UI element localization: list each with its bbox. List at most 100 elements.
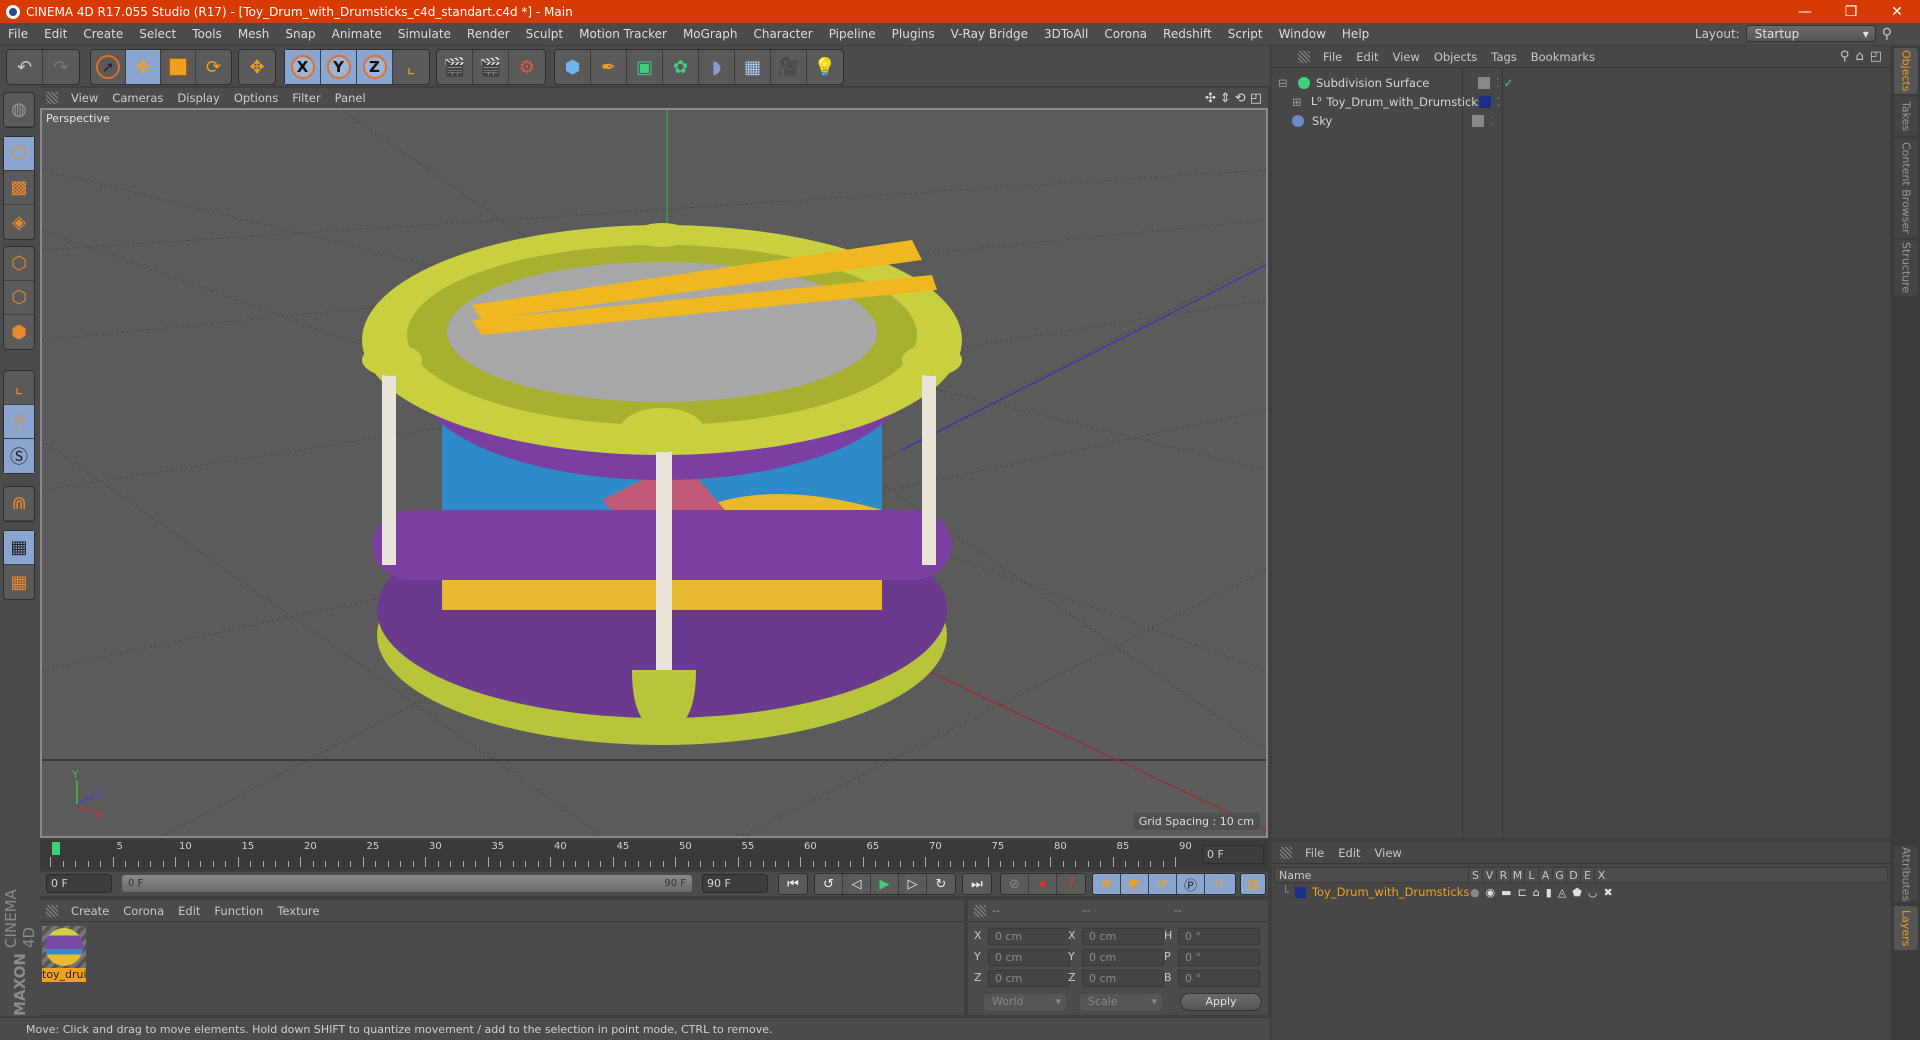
cloner-button[interactable]: ✿ <box>663 50 699 84</box>
layer-swatch[interactable] <box>1478 95 1491 108</box>
deformer-button[interactable]: ◗ <box>699 50 735 84</box>
pan-view-icon[interactable]: ✣ <box>1205 91 1216 106</box>
coord-value-field[interactable]: 0 ° <box>1178 970 1260 987</box>
layer-name[interactable]: Toy_Drum_with_Drumsticks <box>1312 885 1470 899</box>
tab-content-browser[interactable]: Content Browser <box>1894 138 1918 238</box>
enabled-check-icon[interactable]: ✓ <box>1504 76 1514 90</box>
subdivision-button[interactable]: ▣ <box>627 50 663 84</box>
key-param-button[interactable]: Ⓟ <box>1177 874 1205 894</box>
menu-v-ray-bridge[interactable]: V-Ray Bridge <box>943 27 1036 41</box>
menu-corona[interactable]: Corona <box>1096 27 1155 41</box>
menu-plugins[interactable]: Plugins <box>884 27 943 41</box>
menu-select[interactable]: Select <box>131 27 184 41</box>
zoom-view-icon[interactable]: ⇕ <box>1220 91 1231 106</box>
coord-value-field[interactable]: 0 cm <box>988 928 1070 945</box>
light-button[interactable]: 💡 <box>807 50 843 84</box>
material-menu-texture[interactable]: Texture <box>270 904 326 918</box>
search-icon[interactable]: ⚲ <box>1840 49 1850 64</box>
goto-start-button[interactable]: ⏮ <box>779 874 807 894</box>
menu-simulate[interactable]: Simulate <box>390 27 459 41</box>
edges-mode-button[interactable]: ⬡ <box>4 281 34 315</box>
key-scale-button[interactable]: ◩ <box>1121 874 1149 894</box>
menu-motion-tracker[interactable]: Motion Tracker <box>571 27 675 41</box>
cube-button[interactable]: ⬢ <box>555 50 591 84</box>
axis-mode-button[interactable]: ⌞ <box>4 371 34 405</box>
lm-menu-view[interactable]: View <box>1368 846 1409 860</box>
layer-column-g[interactable]: G <box>1552 868 1566 882</box>
viewport-menu-view[interactable]: View <box>64 91 105 105</box>
frame-range-slider[interactable]: 0 F 90 F <box>122 875 692 892</box>
rotate-view-icon[interactable]: ⟲ <box>1235 91 1246 106</box>
magnet-button[interactable]: ⋒ <box>4 487 34 521</box>
om-menu-objects[interactable]: Objects <box>1427 50 1484 64</box>
texture-mode-button[interactable]: ▩ <box>4 171 34 205</box>
points-mode-button[interactable]: ⬡ <box>4 247 34 281</box>
menu-window[interactable]: Window <box>1271 27 1334 41</box>
timeline-window-button[interactable]: ▥ <box>1241 874 1265 894</box>
z-axis-button[interactable]: Z <box>357 50 393 84</box>
prev-frame-button[interactable]: ◁ <box>843 874 871 894</box>
3d-viewport[interactable]: Y Z X Perspective Grid Spacing : 10 cm <box>40 108 1268 838</box>
layer-column-e[interactable]: E <box>1580 868 1594 882</box>
start-frame-field[interactable]: 0 F <box>46 874 112 893</box>
visibility-dots-icon[interactable]: ⁚ <box>1496 76 1500 90</box>
material-menu-create[interactable]: Create <box>64 904 116 918</box>
menu-animate[interactable]: Animate <box>324 27 390 41</box>
visibility-dots-icon[interactable]: ⁚ <box>1497 95 1501 109</box>
menu-help[interactable]: Help <box>1334 27 1377 41</box>
auto-key-button[interactable]: ? <box>1057 874 1085 894</box>
material-menu-edit[interactable]: Edit <box>171 904 207 918</box>
layer-swatch[interactable] <box>1478 76 1490 89</box>
layout-dropdown[interactable]: Startup ▾ <box>1745 25 1876 42</box>
end-frame-field[interactable]: 90 F <box>702 874 768 893</box>
visibility-dots-icon[interactable]: ⁚ <box>1490 114 1494 128</box>
menu-script[interactable]: Script <box>1220 27 1271 41</box>
menu-tools[interactable]: Tools <box>184 27 230 41</box>
restore-button[interactable]: ❐ <box>1828 0 1874 23</box>
menu-mograph[interactable]: MoGraph <box>675 27 746 41</box>
material-menu-function[interactable]: Function <box>207 904 270 918</box>
object-row-subdivision[interactable]: ⊟ Subdivision Surface ⁚ ✓ <box>1272 73 1890 92</box>
layer-column-v[interactable]: V <box>1482 868 1496 882</box>
layer-column-name[interactable]: Name <box>1275 869 1468 882</box>
lock-workplane-button[interactable]: ▦ <box>4 531 34 565</box>
home-icon[interactable]: ⌂ <box>1855 49 1863 64</box>
material-menu-corona[interactable]: Corona <box>116 904 171 918</box>
grip-handle[interactable] <box>974 904 986 917</box>
material-swatch[interactable]: toy_drui <box>42 926 86 984</box>
expressions-icon[interactable]: ◡ <box>1588 886 1598 899</box>
generators-icon[interactable]: ◬ <box>1558 886 1566 899</box>
layer-column-r[interactable]: R <box>1496 868 1510 882</box>
animation-icon[interactable]: ▮ <box>1546 886 1552 899</box>
deformers-icon[interactable]: ⬟ <box>1572 886 1582 899</box>
coord-value-field[interactable]: 0 ° <box>1178 949 1260 966</box>
motion-path-button[interactable]: ⊘ <box>1001 874 1029 894</box>
rotate-tool-button[interactable]: ⟳ <box>196 50 231 84</box>
tab-structure[interactable]: Structure <box>1894 240 1918 296</box>
om-menu-bookmarks[interactable]: Bookmarks <box>1524 50 1602 64</box>
menu-redshift[interactable]: Redshift <box>1155 27 1220 41</box>
coord-value-field[interactable]: 0 ° <box>1178 928 1260 945</box>
layer-row[interactable]: └ Toy_Drum_with_Drumsticks ● ◉ ▬ ⊏ ⌂ ▮ ◬… <box>1272 883 1890 901</box>
apply-button[interactable]: Apply <box>1180 993 1262 1011</box>
menu-snap[interactable]: Snap <box>277 27 323 41</box>
om-menu-tags[interactable]: Tags <box>1484 50 1523 64</box>
live-move-button[interactable]: ✥ <box>239 50 275 84</box>
layer-swatch[interactable] <box>1472 114 1484 127</box>
workplane-button[interactable]: ◈ <box>4 205 34 239</box>
timeline-ruler[interactable]: 051015202530354045505560657075808590 0 F <box>40 840 1268 870</box>
tab-layers[interactable]: Layers <box>1894 906 1918 950</box>
lock-icon[interactable]: ⌂ <box>1533 886 1540 899</box>
pen-button[interactable]: ✒ <box>591 50 627 84</box>
record-button[interactable]: ⏺ <box>1029 874 1057 894</box>
coord-value-field[interactable]: 0 cm <box>988 949 1070 966</box>
object-row-sky[interactable]: Sky ⁚ <box>1272 111 1890 130</box>
coord-system-button[interactable]: ⌞ <box>393 50 429 84</box>
undo-button[interactable]: ↶ <box>7 50 43 84</box>
render-settings-button[interactable]: ⚙ <box>509 50 545 84</box>
model-mode-button[interactable]: ⬡ <box>4 137 34 171</box>
coord-value-field[interactable]: 0 cm <box>988 970 1070 987</box>
menu-file[interactable]: File <box>0 27 36 41</box>
key-pla-button[interactable]: ⁞⁞ <box>1205 874 1233 894</box>
grid-snap-button[interactable]: ▦ <box>4 565 34 599</box>
